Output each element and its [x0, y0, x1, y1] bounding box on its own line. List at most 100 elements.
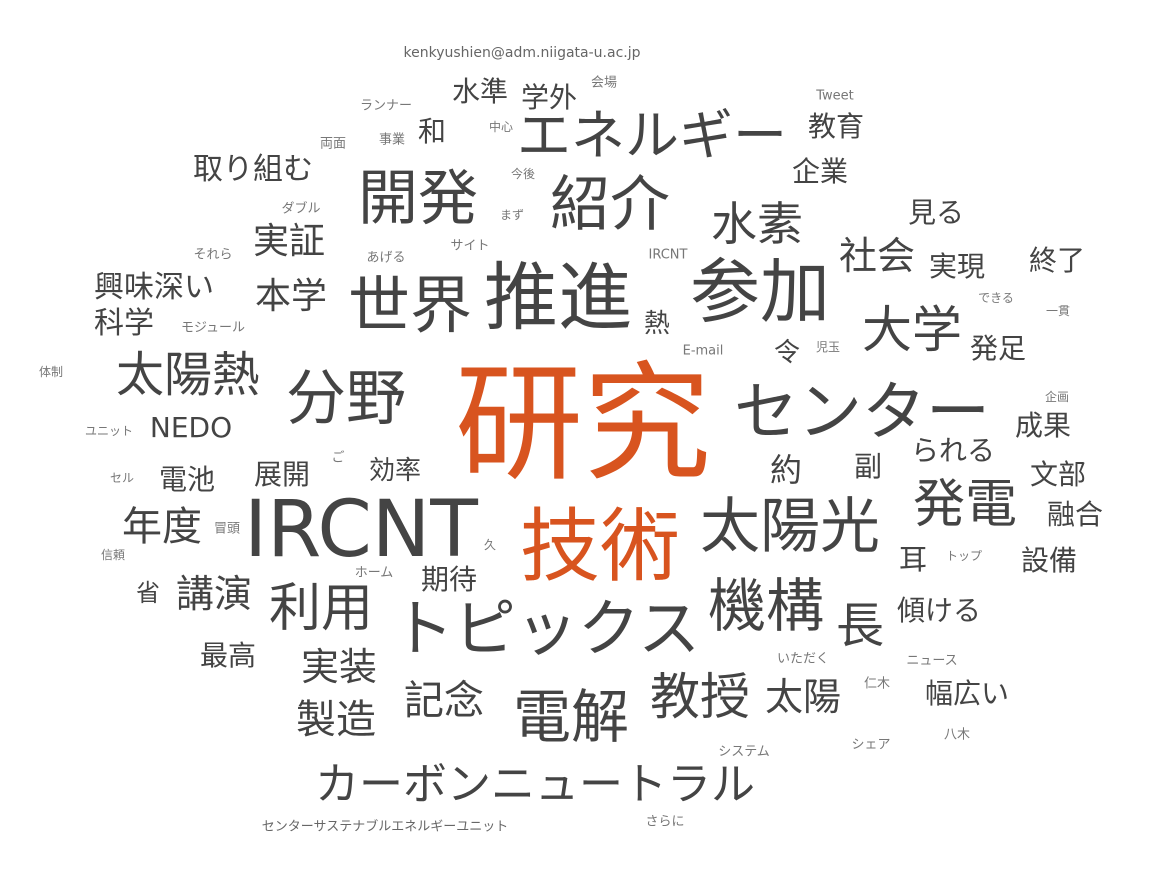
word-jigyo: 事業	[378, 132, 406, 148]
word-boutou: 冒頭	[213, 521, 241, 537]
word-wa: 和	[417, 115, 447, 148]
word-system: システム	[718, 744, 770, 760]
word-jisso: 実装	[300, 645, 378, 689]
word-ageru: あげる	[366, 250, 406, 266]
word-seizo: 製造	[296, 697, 376, 743]
word-ikkan: 一貫	[1045, 304, 1071, 318]
word-sarani: さらに	[645, 814, 685, 830]
word-kouritsu: 効率	[368, 456, 422, 486]
word-kinen: 記念	[404, 678, 484, 724]
word-kikaku: 企画	[1044, 390, 1070, 404]
word-kigyo: 企業	[791, 155, 849, 188]
word-sekai: 世界	[347, 269, 473, 342]
word-news: ニュース	[906, 653, 958, 669]
word-cho: 長	[835, 598, 885, 654]
word-mazu: まず	[499, 208, 525, 222]
word-shakai: 社会	[838, 234, 916, 278]
word-kaijo: 会場	[590, 75, 618, 91]
word-topics: トピックス	[391, 592, 701, 665]
word-ryomen: 両面	[319, 136, 347, 152]
word-kagaku: 科学	[94, 306, 154, 341]
word-kyomibukai: 興味深い	[94, 270, 214, 305]
word-kouen: 講演	[175, 572, 253, 616]
word-cloud: 研究 技術 IRCNT 推進 参加 センター トピックス 世界 開発 紹介 エネ…	[0, 0, 1167, 875]
word-unit: ユニット	[84, 424, 134, 438]
word-carbon: カーボンニュートラル	[315, 759, 755, 810]
word-hatsuden: 発電	[912, 475, 1018, 535]
word-runner: ランナー	[359, 98, 413, 114]
word-email-address: kenkyushien@adm.niigata-u.ac.jp	[403, 45, 641, 61]
word-tenkai: 展開	[253, 458, 311, 491]
word-nedo: NEDO	[149, 411, 233, 444]
word-home: ホーム	[354, 565, 394, 581]
word-yagi: 八木	[943, 727, 971, 743]
word-taisei: 体制	[38, 365, 64, 379]
word-double: ダブル	[281, 201, 321, 217]
word-taiyoko: 太陽光	[700, 492, 880, 562]
word-center-unit: センターサステナブルエネルギーユニット	[261, 819, 509, 835]
word-suijun: 水準	[451, 75, 509, 108]
word-niki: 仁木	[863, 676, 891, 692]
word-taiyo: 太陽	[764, 675, 842, 719]
word-suishin: 推進	[484, 255, 632, 341]
word-kyoiku: 教育	[807, 110, 865, 143]
word-jitsugen: 実現	[928, 250, 986, 283]
word-share: シェア	[851, 737, 891, 753]
word-top: トップ	[945, 549, 983, 563]
word-netsu: 熱	[643, 309, 671, 339]
word-jissho: 実証	[252, 221, 326, 262]
word-site: サイト	[450, 238, 490, 254]
word-tweet: Tweet	[816, 88, 854, 104]
word-kitai: 期待	[420, 563, 478, 596]
word-kyoju: 教授	[650, 668, 750, 726]
word-miru: 見る	[907, 196, 965, 229]
word-sorera: それら	[193, 247, 233, 263]
word-seika: 成果	[1014, 409, 1072, 442]
word-itadaku: いただく	[776, 651, 830, 667]
word-taiyonetsu: 太陽熱	[115, 347, 261, 403]
word-fuku: 副	[853, 450, 883, 483]
word-hossoku: 発足	[969, 332, 1027, 365]
word-rei: 令	[773, 338, 801, 368]
word-yugo: 融合	[1046, 498, 1104, 531]
word-denchi: 電池	[158, 463, 216, 496]
word-cell: セル	[109, 471, 135, 485]
word-yaku: 約	[769, 451, 803, 489]
word-kodama: 児玉	[815, 340, 841, 354]
word-ircnt: IRCNT	[244, 485, 478, 575]
word-habahiroi: 幅広い	[924, 677, 1010, 710]
word-konogo: 今後	[510, 167, 536, 181]
word-nendo: 年度	[122, 504, 202, 550]
word-shokai: 紹介	[550, 170, 670, 240]
word-denkai: 電解	[512, 683, 630, 751]
word-kaihatsu: 開発	[358, 164, 478, 234]
word-sanka: 参加	[690, 251, 830, 333]
word-torikumu: 取り組む	[193, 152, 313, 187]
word-katamukeru: 傾ける	[896, 594, 982, 627]
word-kikou: 機構	[707, 572, 825, 640]
word-go: ご	[331, 450, 345, 466]
word-suiso: 水素	[711, 197, 803, 251]
word-shinrai: 信頼	[100, 548, 126, 562]
word-dekiru: できる	[978, 291, 1014, 305]
word-gijutsu: 技術	[520, 500, 680, 593]
word-gakugai: 学外	[520, 81, 578, 114]
word-hisashi: 久	[483, 538, 497, 552]
word-riyou: 利用	[268, 579, 374, 639]
word-daigaku: 大学	[862, 301, 962, 359]
word-rareru: られる	[910, 434, 996, 467]
word-kenkyu: 研究	[454, 350, 712, 499]
word-ircnt-small: IRCNT	[648, 247, 688, 263]
word-email: E-mail	[682, 343, 724, 359]
word-saikou: 最高	[199, 639, 257, 672]
word-chushin: 中心	[488, 120, 514, 134]
word-bunya: 分野	[286, 364, 406, 434]
word-module: モジュール	[180, 320, 246, 336]
word-energy: エネルギー	[517, 104, 787, 167]
word-mimi: 耳	[898, 543, 928, 576]
word-shuryo: 終了	[1028, 244, 1086, 277]
word-honkaku: 本学	[254, 276, 328, 317]
word-monbu: 文部	[1029, 458, 1087, 491]
word-setsubi: 設備	[1020, 544, 1078, 577]
word-sho: 省	[136, 579, 160, 607]
